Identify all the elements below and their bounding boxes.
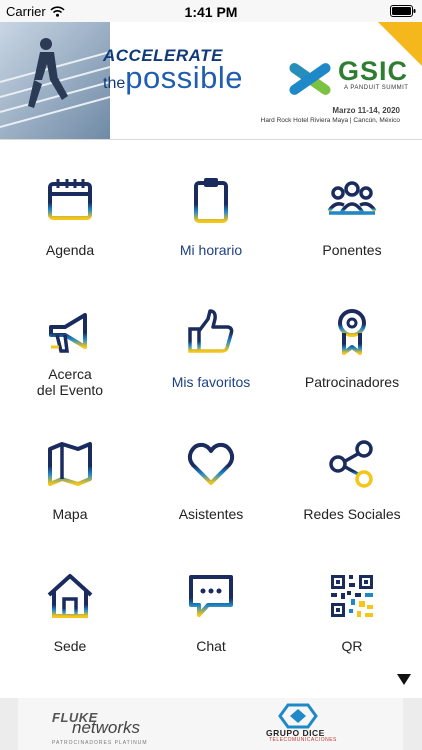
menu-tile-redes-sociales[interactable]: Redes Sociales: [282, 404, 422, 536]
event-dates: Marzo 11-14, 2020: [332, 106, 400, 115]
clock: 1:41 PM: [184, 4, 238, 20]
menu-tile-chat[interactable]: Chat: [141, 536, 281, 668]
share-icon: [329, 440, 373, 488]
fluke-networks-wordmark: networks: [72, 718, 141, 737]
battery-icon: [390, 5, 416, 17]
menu-label-asistentes: Asistentes: [178, 506, 244, 522]
corner-accent: [378, 22, 422, 66]
chat-bubble-icon: [189, 575, 233, 617]
menu-tile-mis-favoritos[interactable]: Mis favoritos: [141, 272, 281, 404]
main-menu-grid: Agenda Mi horario Ponentes Acerca del Ev…: [0, 140, 422, 693]
gsic-x-logo-icon: [289, 63, 331, 95]
menu-label-mis-favoritos: Mis favoritos: [171, 374, 251, 390]
people-icon: [327, 181, 377, 215]
award-ribbon-icon: [338, 309, 366, 355]
menu-label-ponentes: Ponentes: [322, 242, 382, 258]
menu-tile-mi-horario[interactable]: Mi horario: [141, 140, 281, 272]
thumbs-up-icon: [188, 309, 234, 353]
status-bar: Carrier 1:41 PM: [0, 0, 422, 22]
menu-label-patrocinadores: Patrocinadores: [304, 374, 400, 390]
menu-label-mapa: Mapa: [52, 506, 88, 522]
menu-label-mi-horario: Mi horario: [179, 242, 243, 258]
clipboard-icon: [194, 178, 228, 223]
menu-tile-patrocinadores[interactable]: Patrocinadores: [282, 272, 422, 404]
menu-label-sede: Sede: [53, 638, 87, 654]
event-banner: ACCELERATE thepossible GSIC A PANDUIT SU…: [0, 22, 422, 140]
banner-the: the: [103, 75, 126, 92]
menu-label-chat: Chat: [196, 638, 226, 654]
menu-tile-qr[interactable]: QR: [282, 536, 422, 668]
menu-tile-acerca-del-evento[interactable]: Acerca del Evento: [0, 272, 140, 404]
calendar-icon: [48, 179, 92, 220]
heart-icon: [187, 442, 235, 485]
event-venue: Hard Rock Hotel Riviera Maya | Cancún, M…: [260, 117, 400, 124]
menu-tile-agenda[interactable]: Agenda: [0, 140, 140, 272]
banner-headline-bottom: thepossible: [103, 60, 243, 96]
sponsor-tier-label: PATROCINADORES PLATINUM: [52, 740, 148, 746]
grupo-dice-logo-icon: [278, 703, 318, 729]
menu-label-redes-sociales: Redes Sociales: [303, 506, 401, 522]
qr-code-icon: [331, 575, 373, 617]
map-icon: [48, 442, 92, 486]
house-icon: [47, 574, 93, 618]
menu-label-agenda: Agenda: [45, 242, 95, 258]
banner-possible: possible: [125, 60, 243, 95]
menu-tile-asistentes[interactable]: Asistentes: [141, 404, 281, 536]
menu-label-qr: QR: [341, 638, 363, 654]
sponsor-banner[interactable]: FLUKE networks PATROCINADORES PLATINUM G…: [0, 698, 422, 750]
menu-tile-ponentes[interactable]: Ponentes: [282, 140, 422, 272]
runner-photo: [0, 22, 110, 139]
scroll-down-arrow-icon[interactable]: [397, 674, 411, 685]
menu-label-acerca-del-evento: Acerca del Evento: [36, 366, 104, 398]
gsic-subtitle: A PANDUIT SUMMIT: [344, 85, 409, 91]
menu-tile-mapa[interactable]: Mapa: [0, 404, 140, 536]
megaphone-icon: [49, 313, 87, 353]
menu-tile-sede[interactable]: Sede: [0, 536, 140, 668]
grupo-dice-subtitle: TELECOMUNICACIONES: [269, 737, 337, 743]
